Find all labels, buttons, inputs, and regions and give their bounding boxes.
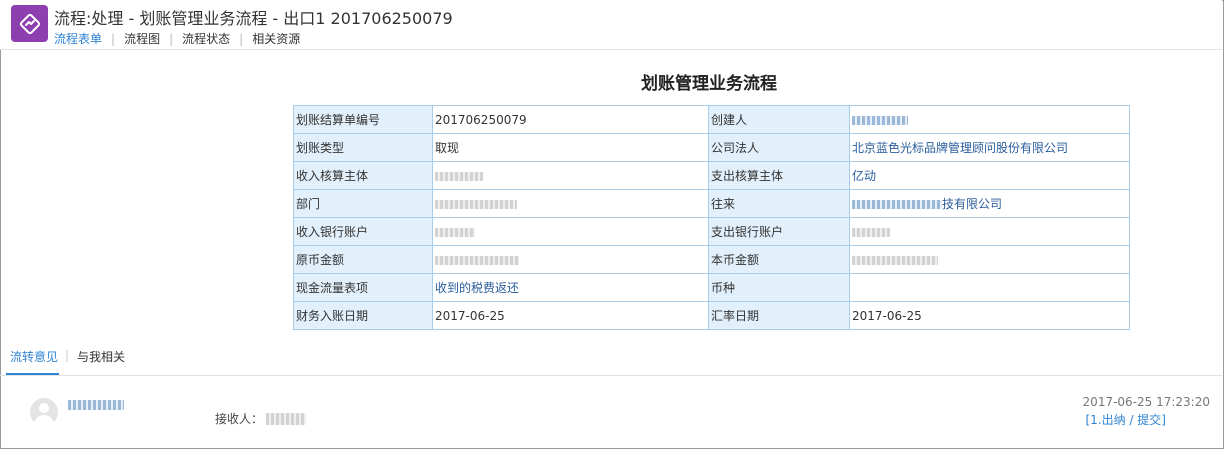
table-row: 财务入账日期 2017-06-25 汇率日期 2017-06-25 (293, 301, 1130, 330)
redacted-text (435, 255, 519, 265)
table-row: 原币金额 本币金额 (293, 245, 1130, 274)
tab-divider: | (239, 31, 244, 46)
field-label: 往来 (708, 189, 850, 218)
active-tab-indicator (6, 373, 59, 375)
field-value: 技有限公司 (849, 189, 1130, 218)
form-table: 划账结算单编号 201706250079 创建人 划账类型 取现 公司法人 北京… (293, 105, 1130, 330)
form-title: 划账管理业务流程 (641, 74, 777, 94)
field-label: 原币金额 (293, 245, 433, 274)
tab-flow-opinions[interactable]: 流转意见 (10, 348, 58, 365)
redacted-text (852, 227, 890, 237)
field-value: 2017-06-25 (849, 301, 1130, 330)
field-label: 收入核算主体 (293, 161, 433, 190)
field-value: 亿动 (849, 161, 1130, 190)
field-label: 收入银行账户 (293, 217, 433, 246)
field-value: 201706250079 (432, 105, 709, 134)
table-row: 划账类型 取现 公司法人 北京蓝色光标品牌管理顾问股份有限公司 (293, 133, 1130, 162)
comment-entry: 接收人： 2017-06-25 17:23:20 [1.出纳 / 提交] (0, 377, 1222, 447)
table-row: 现金流量表项 收到的税费返还 币种 (293, 273, 1130, 302)
field-label: 财务入账日期 (293, 301, 433, 330)
window-title: 流程:处理 - 划账管理业务流程 - 出口1 201706250079 (54, 9, 453, 28)
tab-resources[interactable]: 相关资源 (252, 30, 300, 47)
comment-tab-bar: 流转意见 | 与我相关 (0, 340, 1222, 376)
field-value (432, 217, 709, 246)
tab-related-to-me[interactable]: 与我相关 (77, 348, 125, 365)
table-row: 收入核算主体 支出核算主体 亿动 (293, 161, 1130, 190)
field-value (849, 105, 1130, 134)
tab-divider: | (169, 31, 174, 46)
tab-bar: 流程表单 | 流程图 | 流程状态 | 相关资源 (54, 30, 300, 47)
redacted-text (852, 200, 942, 209)
field-label: 划账类型 (293, 133, 433, 162)
redacted-text (435, 171, 483, 181)
field-label: 支出核算主体 (708, 161, 850, 190)
tab-flowchart[interactable]: 流程图 (124, 30, 160, 47)
field-label: 本币金额 (708, 245, 850, 274)
table-row: 收入银行账户 支出银行账户 (293, 217, 1130, 246)
field-label: 划账结算单编号 (293, 105, 433, 134)
field-value (849, 273, 1130, 302)
field-label: 支出银行账户 (708, 217, 850, 246)
redacted-text (852, 255, 938, 265)
field-value (432, 245, 709, 274)
table-row: 划账结算单编号 201706250079 创建人 (293, 105, 1130, 134)
table-row: 部门 往来 技有限公司 (293, 189, 1130, 218)
user-avatar-icon (30, 398, 58, 426)
field-value: 2017-06-25 (432, 301, 709, 330)
comment-timestamp: 2017-06-25 17:23:20 (1082, 395, 1210, 409)
tab-status[interactable]: 流程状态 (182, 30, 230, 47)
field-value (432, 189, 709, 218)
step-link[interactable]: [1.出纳 / 提交] (1086, 411, 1167, 428)
field-value-text: 技有限公司 (942, 197, 1003, 211)
receiver: 接收人： (215, 410, 307, 427)
receiver-label: 接收人： (215, 412, 264, 426)
field-value (432, 161, 709, 190)
tab-divider: | (65, 348, 70, 362)
redacted-text (435, 199, 517, 209)
redacted-text (435, 227, 475, 237)
redacted-text (68, 399, 124, 410)
field-label: 汇率日期 (708, 301, 850, 330)
field-label: 现金流量表项 (293, 273, 433, 302)
redacted-text (266, 412, 307, 425)
tab-form[interactable]: 流程表单 (54, 30, 102, 47)
commenter-name[interactable] (68, 397, 124, 411)
workflow-logo-icon (11, 5, 48, 42)
redacted-text (852, 115, 908, 125)
tab-divider: | (111, 31, 116, 46)
field-value: 收到的税费返还 (432, 273, 709, 302)
field-value: 北京蓝色光标品牌管理顾问股份有限公司 (849, 133, 1130, 162)
field-value: 取现 (432, 133, 709, 162)
field-value (849, 217, 1130, 246)
field-value (849, 245, 1130, 274)
field-label: 部门 (293, 189, 433, 218)
field-label: 创建人 (708, 105, 850, 134)
field-label: 公司法人 (708, 133, 850, 162)
header: 流程:处理 - 划账管理业务流程 - 出口1 201706250079 流程表单… (0, 0, 1222, 50)
field-label: 币种 (708, 273, 850, 302)
